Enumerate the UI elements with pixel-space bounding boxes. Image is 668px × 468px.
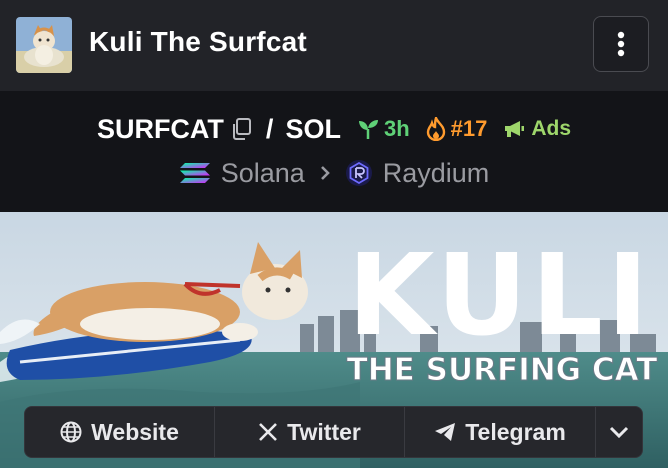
copy-icon[interactable] (230, 117, 252, 141)
website-button[interactable]: Website (25, 407, 215, 457)
more-links-button[interactable] (596, 407, 642, 457)
token-name: Kuli The Surfcat (89, 26, 307, 57)
pair-age: 3h (383, 116, 410, 141)
website-label: Website (91, 418, 179, 445)
dex-link[interactable]: Raydium (383, 158, 490, 189)
telegram-icon (435, 423, 456, 441)
raydium-icon (345, 159, 373, 187)
sprout-icon (358, 120, 378, 139)
vertical-dots-icon (617, 31, 625, 57)
telegram-button[interactable]: Telegram (405, 407, 596, 457)
chain-link[interactable]: Solana (221, 158, 305, 189)
token-avatar (16, 17, 72, 73)
megaphone-icon (505, 121, 525, 137)
chain-breadcrumb: Solana Raydium (0, 155, 668, 191)
chevron-right-icon (319, 165, 331, 181)
pair-separator: / (265, 113, 274, 144)
ads-label: Ads (531, 117, 572, 140)
trending-rank: #17 (450, 116, 488, 141)
token-header: Kuli The Surfcat (0, 0, 668, 91)
trending-rank-badge[interactable]: #17 (426, 116, 488, 142)
globe-icon (60, 421, 82, 443)
banner-subtitle: THE SURFING CAT (347, 352, 658, 388)
banner-title: KULI (348, 231, 653, 361)
social-links-bar: Website Twitter Telegram (24, 406, 643, 458)
chevron-down-icon (609, 426, 629, 438)
base-symbol: SURFCAT (96, 113, 224, 144)
twitter-label: Twitter (287, 418, 361, 445)
solana-icon (179, 161, 211, 185)
pair-info: SURFCAT / SOL 3h #17 Ads Solana Raydium (0, 91, 668, 212)
twitter-button[interactable]: Twitter (215, 407, 405, 457)
x-icon (259, 423, 278, 441)
quote-symbol: SOL (285, 113, 341, 144)
pair-row: SURFCAT / SOL 3h #17 Ads (0, 111, 668, 147)
pair-age-badge: 3h (357, 116, 410, 142)
more-menu-button[interactable] (593, 16, 649, 72)
telegram-label: Telegram (465, 418, 566, 445)
ads-badge[interactable]: Ads (503, 117, 571, 141)
flame-icon (426, 117, 445, 141)
